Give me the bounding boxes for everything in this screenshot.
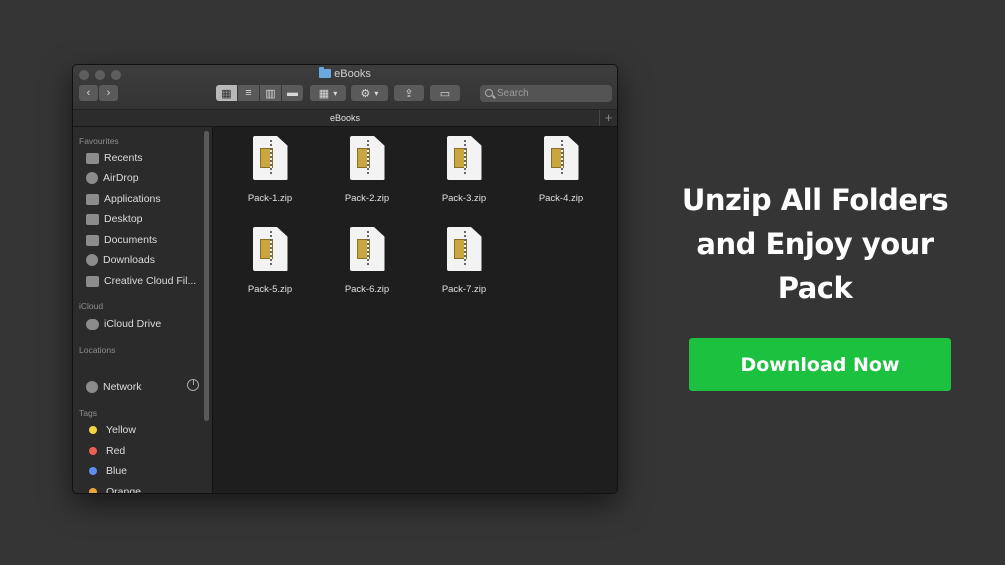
zip-file-icon bbox=[349, 227, 385, 271]
tag-dot-red bbox=[89, 447, 97, 455]
share-button[interactable]: ⇪ bbox=[394, 85, 424, 101]
file-item[interactable]: Pack-4.zip bbox=[521, 136, 601, 204]
group-by-button[interactable]: ▦ ▾ bbox=[310, 85, 346, 101]
list-icon: ≡ bbox=[245, 87, 252, 99]
search-icon bbox=[485, 89, 493, 97]
title-bar: eBooks ‹ › ▦ ≡ ▥ ▬ ▦ ▾ ⚙ ▾ ⇪ ▭ bbox=[73, 65, 617, 110]
tag-dot-blue bbox=[89, 467, 97, 475]
airdrop-icon bbox=[86, 172, 98, 184]
sidebar-tag-yellow[interactable]: Yellow bbox=[86, 424, 136, 436]
grid-icon: ▦ bbox=[221, 87, 232, 100]
sidebar-item-desktop[interactable]: Desktop bbox=[86, 213, 143, 225]
file-item[interactable]: Pack-1.zip bbox=[230, 136, 310, 204]
sidebar-item-recents[interactable]: Recents bbox=[86, 152, 143, 164]
sidebar-scrollbar[interactable] bbox=[204, 131, 209, 421]
share-icon: ⇪ bbox=[404, 87, 414, 100]
list-view-button[interactable]: ≡ bbox=[238, 85, 259, 101]
zip-file-icon bbox=[252, 136, 288, 180]
sidebar-item-icloud-drive[interactable]: iCloud Drive bbox=[86, 318, 161, 330]
sidebar-section-locations: Locations bbox=[79, 345, 116, 355]
promo-headline-line-1: Unzip All Folders bbox=[681, 183, 949, 217]
folder-icon bbox=[319, 67, 332, 78]
chevron-left-icon: ‹ bbox=[86, 87, 91, 99]
promo-headline-line-2: and Enjoy your bbox=[696, 227, 934, 261]
sidebar-tag-orange[interactable]: Orange bbox=[86, 486, 141, 493]
file-item[interactable]: Pack-3.zip bbox=[424, 136, 504, 204]
chevron-down-icon: ▾ bbox=[333, 88, 338, 98]
download-now-button[interactable]: Download Now bbox=[689, 338, 951, 391]
sidebar-item-airdrop[interactable]: AirDrop bbox=[86, 172, 139, 184]
gallery-view-button[interactable]: ▬ bbox=[282, 85, 303, 101]
tab-bar: eBooks + bbox=[73, 110, 617, 127]
applications-icon bbox=[86, 193, 99, 205]
file-item[interactable]: Pack-5.zip bbox=[230, 227, 310, 295]
sidebar-item-documents[interactable]: Documents bbox=[86, 234, 157, 246]
tag-icon: ▭ bbox=[439, 87, 451, 100]
chevron-right-icon: › bbox=[106, 87, 111, 99]
search-input[interactable] bbox=[480, 85, 612, 102]
desktop-icon bbox=[86, 213, 99, 225]
file-grid: Pack-1.zip Pack-2.zip Pack-3.zip Pack-4.… bbox=[214, 127, 617, 493]
action-button[interactable]: ⚙ ▾ bbox=[351, 85, 388, 101]
zip-file-icon bbox=[543, 136, 579, 180]
finder-window: eBooks ‹ › ▦ ≡ ▥ ▬ ▦▾ ⚙▾ ⇪ ▭ eBooks + bbox=[72, 64, 618, 494]
sidebar-item-network[interactable]: Network bbox=[86, 381, 142, 393]
gear-icon: ⚙ bbox=[360, 87, 371, 100]
zip-file-icon bbox=[349, 136, 385, 180]
column-view-button[interactable]: ▥ bbox=[260, 85, 281, 101]
view-mode-group: ▦ ≡ ▥ ▬ bbox=[216, 85, 304, 101]
forward-button[interactable]: › bbox=[99, 85, 118, 101]
active-tab-title[interactable]: eBooks bbox=[330, 113, 360, 123]
columns-icon: ▥ bbox=[265, 87, 276, 100]
sidebar-section-favourites: Favourites bbox=[79, 136, 119, 146]
sidebar-section-icloud: iCloud bbox=[79, 301, 104, 311]
network-icon bbox=[86, 381, 98, 393]
recents-icon bbox=[86, 152, 99, 164]
promo-headline: Unzip All Folders and Enjoy your Pack bbox=[664, 178, 966, 310]
icloud-progress-icon bbox=[187, 379, 199, 391]
navigation-buttons: ‹ › bbox=[79, 85, 119, 101]
sidebar-item-applications[interactable]: Applications bbox=[86, 193, 161, 205]
sidebar-section-tags: Tags bbox=[79, 408, 97, 418]
folder-icon bbox=[86, 275, 99, 287]
tag-dot-yellow bbox=[89, 426, 97, 434]
new-tab-button[interactable]: + bbox=[599, 110, 617, 126]
chevron-down-icon: ▾ bbox=[374, 88, 379, 98]
file-item[interactable]: Pack-6.zip bbox=[327, 227, 407, 295]
tags-button[interactable]: ▭ bbox=[430, 85, 460, 101]
sidebar: Favourites Recents AirDrop Applications … bbox=[73, 127, 213, 493]
documents-icon bbox=[86, 234, 99, 246]
file-item[interactable]: Pack-2.zip bbox=[327, 136, 407, 204]
sidebar-item-creative-cloud[interactable]: Creative Cloud Fil... bbox=[86, 275, 196, 287]
cloud-icon bbox=[86, 318, 99, 330]
zip-file-icon bbox=[252, 227, 288, 271]
sidebar-tag-blue[interactable]: Blue bbox=[86, 465, 127, 477]
sidebar-item-downloads[interactable]: Downloads bbox=[86, 254, 155, 266]
icon-view-button[interactable]: ▦ bbox=[216, 85, 237, 101]
downloads-icon bbox=[86, 254, 98, 266]
sidebar-tag-red[interactable]: Red bbox=[86, 445, 125, 457]
grid-icon: ▦ bbox=[318, 87, 330, 100]
gallery-icon: ▬ bbox=[287, 87, 298, 99]
file-item[interactable]: Pack-7.zip bbox=[424, 227, 504, 295]
tag-dot-orange bbox=[89, 488, 97, 493]
window-title: eBooks bbox=[73, 67, 617, 80]
zip-file-icon bbox=[446, 227, 482, 271]
zip-file-icon bbox=[446, 136, 482, 180]
back-button[interactable]: ‹ bbox=[79, 85, 98, 101]
promo-headline-line-3: Pack bbox=[777, 271, 853, 305]
